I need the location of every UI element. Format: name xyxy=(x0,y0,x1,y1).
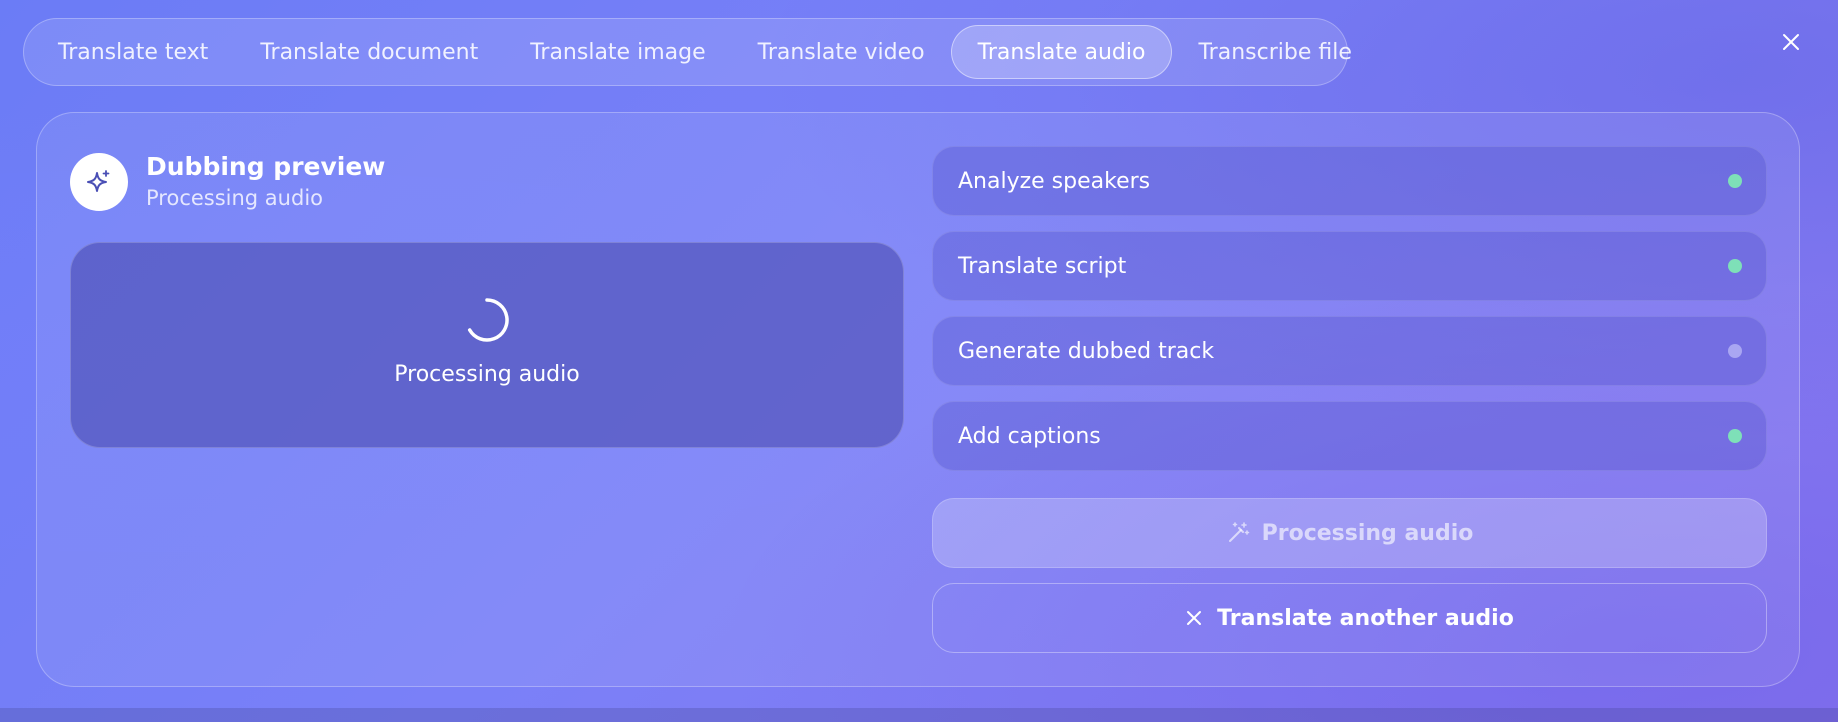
status-dot xyxy=(1728,174,1742,188)
mode-tabs: Translate text Translate document Transl… xyxy=(23,18,1352,86)
dubbing-card: Dubbing preview Processing audio Process… xyxy=(36,112,1800,687)
status-dot xyxy=(1728,344,1742,358)
processing-audio-button[interactable]: Processing audio xyxy=(932,498,1767,568)
magic-wand-icon xyxy=(1228,522,1249,542)
step-label: Translate script xyxy=(958,253,1127,279)
tab-translate-audio[interactable]: Translate audio xyxy=(950,25,1173,79)
step-label: Analyze speakers xyxy=(958,168,1151,194)
tab-translate-text[interactable]: Translate text xyxy=(32,25,234,79)
loading-spinner-icon xyxy=(467,297,509,342)
step-label: Add captions xyxy=(958,423,1101,449)
tab-translate-video[interactable]: Translate video xyxy=(732,25,951,79)
tab-transcribe-file[interactable]: Transcribe file xyxy=(1172,25,1377,79)
status-dot xyxy=(1728,429,1742,443)
preview-status-label: Processing audio xyxy=(394,361,580,387)
processing-steps: Analyze speakers Translate script Genera… xyxy=(932,146,1767,486)
preview-header: Dubbing preview Processing audio xyxy=(70,151,385,213)
translate-another-audio-label: Translate another audio xyxy=(1217,605,1514,631)
preview-title: Dubbing preview xyxy=(146,152,386,181)
step-generate-dubbed-track: Generate dubbed track xyxy=(932,316,1767,386)
processing-audio-label: Processing audio xyxy=(1261,520,1474,546)
preview-avatar xyxy=(70,153,128,211)
step-add-captions: Add captions xyxy=(932,401,1767,471)
translate-another-audio-button[interactable]: Translate another audio xyxy=(932,583,1767,653)
close-icon xyxy=(1187,611,1202,625)
close-icon xyxy=(1783,34,1799,50)
step-analyze-speakers: Analyze speakers xyxy=(932,146,1767,216)
step-label: Generate dubbed track xyxy=(958,338,1215,364)
preview-subtitle: Processing audio xyxy=(146,186,324,210)
background-strip xyxy=(0,708,1838,722)
close-button[interactable] xyxy=(1776,27,1806,57)
tab-translate-document[interactable]: Translate document xyxy=(234,25,504,79)
status-dot xyxy=(1728,259,1742,273)
audio-preview-area: Processing audio xyxy=(70,242,904,448)
step-translate-script: Translate script xyxy=(932,231,1767,301)
sparkle-icon xyxy=(87,170,110,192)
tab-translate-image[interactable]: Translate image xyxy=(504,25,731,79)
